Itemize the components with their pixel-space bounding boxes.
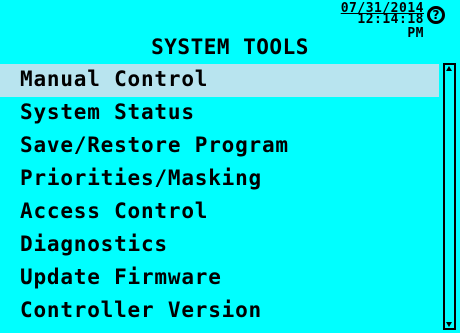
menu-item-save-restore-program[interactable]: Save/Restore Program [0, 130, 439, 163]
question-circle-icon: ? [432, 8, 440, 22]
menu-item-controller-version[interactable]: Controller Version [0, 295, 439, 328]
scrollbar[interactable] [443, 63, 456, 330]
system-tools-screen: 07/31/2014 12:14:18 PM ? SYSTEM TOOLS Ma… [0, 0, 460, 333]
menu-item-diagnostics[interactable]: Diagnostics [0, 229, 439, 262]
help-button[interactable]: ? [427, 6, 445, 24]
menu-item-update-firmware[interactable]: Update Firmware [0, 262, 439, 295]
page-title: SYSTEM TOOLS [151, 35, 309, 59]
menu-item-access-control[interactable]: Access Control [0, 196, 439, 229]
scroll-down-arrow-icon[interactable] [446, 322, 452, 327]
menu-item-manual-control[interactable]: Manual Control [0, 64, 439, 97]
scroll-up-arrow-icon[interactable] [446, 66, 452, 71]
system-tools-menu: Manual Control System Status Save/Restor… [0, 64, 439, 328]
menu-item-system-status[interactable]: System Status [0, 97, 439, 130]
menu-item-priorities-masking[interactable]: Priorities/Masking [0, 163, 439, 196]
